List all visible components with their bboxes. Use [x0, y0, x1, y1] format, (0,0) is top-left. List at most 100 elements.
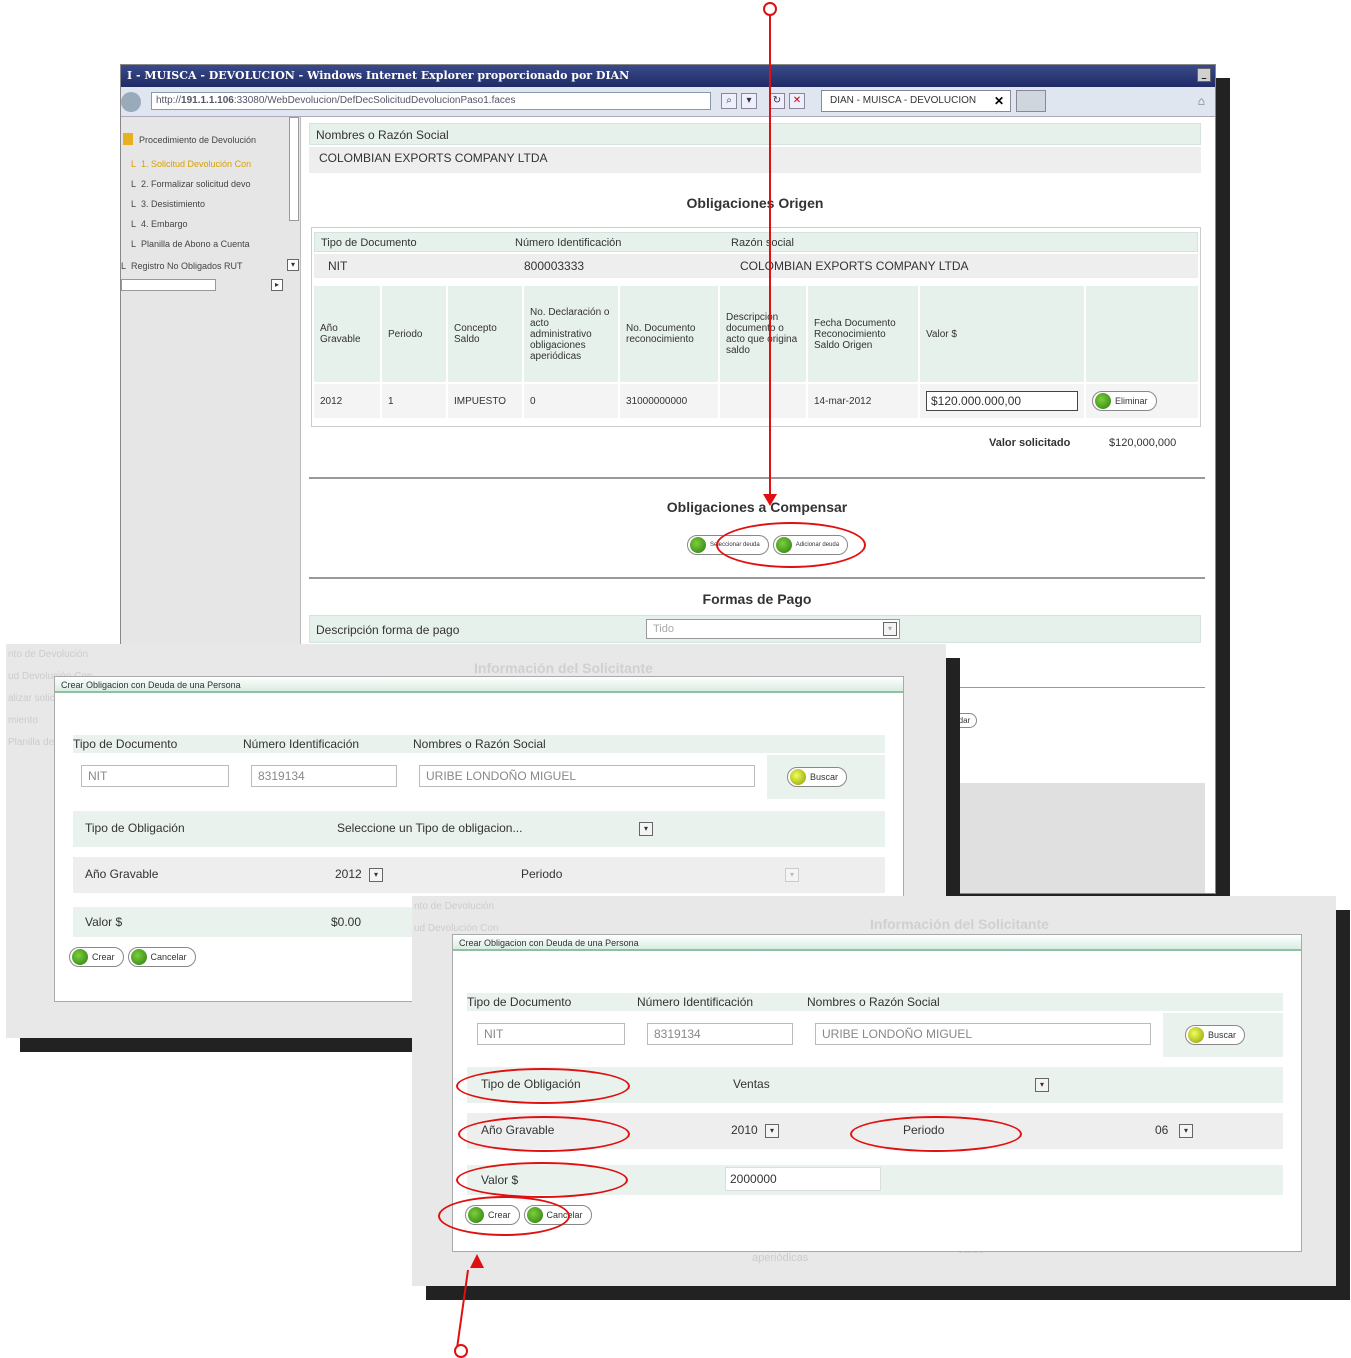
new-tab-button[interactable] [1016, 90, 1046, 112]
eliminar-icon [1095, 392, 1111, 409]
dialog1-header-row: Tipo de Documento Número Identificación … [73, 735, 885, 753]
num-id-field[interactable]: 8319134 [647, 1023, 793, 1045]
seleccionar-icon [690, 537, 706, 553]
search-icon [790, 769, 806, 785]
header-num-id: Número Identificación [515, 237, 622, 249]
h-num: Número Identificación [637, 995, 754, 1009]
buscar-label: Buscar [810, 772, 839, 782]
chevron-down-icon[interactable]: ▾ [369, 868, 383, 882]
sidebar-item-label: 2. Formalizar solicitud devo [141, 179, 251, 189]
nombres-value: COLOMBIAN EXPORTS COMPANY LTDA [309, 147, 1201, 173]
forma-label: Descripción forma de pago [316, 623, 460, 637]
refresh-icon[interactable]: ↻ [769, 93, 785, 109]
chevron-down-icon[interactable]: ▾ [765, 1124, 779, 1138]
partial-button[interactable]: rdar [949, 713, 978, 728]
bg-text: nto de Devolución [8, 649, 89, 660]
sidebar-item-planilla[interactable]: L Planilla de Abono a Cuenta [131, 239, 250, 249]
th-anio: Año Gravable [314, 286, 380, 382]
annotation-ellipse-crear [438, 1196, 570, 1236]
dialog2-header-row: Tipo de Documento Número Identificación … [467, 993, 1283, 1011]
forma-value: Tido [653, 623, 674, 635]
h-tipo: Tipo de Documento [73, 737, 178, 751]
valor-field[interactable]: 2000000 [725, 1167, 881, 1191]
buscar-button[interactable]: Buscar [787, 767, 848, 787]
chevron-down-icon[interactable]: ▾ [639, 822, 653, 836]
buscar-cell: Buscar [767, 755, 885, 799]
bg-text: nto de Devolución [414, 901, 495, 912]
search-icon[interactable]: ⌕ [721, 93, 737, 109]
cell-actions: Eliminar [1086, 384, 1198, 418]
cancelar-icon [130, 949, 147, 965]
chevron-down-icon[interactable]: ▾ [785, 868, 799, 882]
valor-field[interactable]: $0.00 [331, 915, 361, 929]
annotation-ellipse-valor [456, 1162, 628, 1198]
table-row: 2012 1 IMPUESTO 0 31000000000 14-mar-201… [314, 384, 1198, 418]
scroll-down-icon[interactable]: ▾ [287, 259, 299, 271]
origen-header-row: Tipo de Documento Número Identificación … [314, 232, 1198, 252]
dialog2-bg-info: Información del Solicitante [870, 916, 1049, 932]
home-icon[interactable]: ⌂ [1198, 94, 1205, 108]
annotation-arrowhead-up [470, 1254, 484, 1268]
sidebar-item-solicitud[interactable]: L 1. Solicitud Devolución Con [131, 159, 251, 169]
nombres-field[interactable]: URIBE LONDOÑO MIGUEL [815, 1023, 1151, 1045]
nombres-label: Nombres o Razón Social [309, 123, 1201, 145]
th-fecha: Fecha Documento Reconocimiento Saldo Ori… [808, 286, 918, 382]
origen-panel: Tipo de Documento Número Identificación … [311, 227, 1201, 427]
browser-tab[interactable]: DIAN - MUISCA - DEVOLUCION ✕ [821, 90, 1011, 112]
nombres-field[interactable]: URIBE LONDOÑO MIGUEL [419, 765, 755, 787]
tipo-obl-select[interactable]: Ventas [733, 1077, 770, 1091]
buscar-cell: Buscar [1163, 1013, 1283, 1057]
value-num-id: 800003333 [524, 259, 585, 273]
crear-button[interactable]: Crear [69, 947, 124, 967]
sidebar-item-desistimiento[interactable]: L 3. Desistimiento [131, 199, 205, 209]
anio-select[interactable]: 2012 [335, 867, 362, 881]
sidebar-root[interactable]: Procedimiento de Devolución [139, 135, 256, 145]
periodo-label: Periodo [521, 867, 563, 881]
origen-values-row: NIT 800003333 COLOMBIAN EXPORTS COMPANY … [314, 254, 1198, 278]
tab-label: DIAN - MUISCA - DEVOLUCION [830, 95, 977, 106]
cell-documento: 31000000000 [620, 384, 718, 418]
annotation-ellipse-tipo-obl [456, 1068, 630, 1104]
sidebar-item-embargo[interactable]: L 4. Embargo [131, 219, 188, 229]
periodo-select[interactable]: 06 [1155, 1123, 1168, 1137]
forma-select[interactable]: Tido ▾ [646, 619, 900, 639]
sidebar-item-formalizar[interactable]: L 2. Formalizar solicitud devo [131, 179, 251, 189]
close-icon[interactable]: ✕ [994, 94, 1004, 108]
valor-input[interactable]: $120.000.000,00 [926, 391, 1078, 411]
back-icon[interactable] [121, 92, 141, 112]
cancelar-button[interactable]: Cancelar [127, 947, 196, 967]
minimize-icon[interactable]: _ [1197, 68, 1211, 82]
cell-anio: 2012 [314, 384, 380, 418]
cell-concepto: IMPUESTO [448, 384, 522, 418]
scroll-right-icon[interactable]: ▸ [271, 279, 283, 291]
th-actions [1086, 286, 1198, 382]
cell-declaracion: 0 [524, 384, 618, 418]
tipo-doc-field[interactable]: NIT [477, 1023, 625, 1045]
tipo-obl-select[interactable]: Seleccione un Tipo de obligacion... [337, 821, 522, 835]
url-field[interactable]: http://191.1.1.106:33080/WebDevolucion/D… [151, 92, 711, 110]
num-id-field[interactable]: 8319134 [251, 765, 397, 787]
dialog2-title: Crear Obligacion con Deuda de una Person… [453, 935, 1301, 951]
header-razon: Razón social [731, 237, 794, 249]
cell-fecha: 14-mar-2012 [808, 384, 918, 418]
sidebar-item-registro[interactable]: L Registro No Obligados RUT [121, 261, 243, 271]
tipo-doc-field[interactable]: NIT [81, 765, 229, 787]
th-descripcion: Descripción documento o acto que origina… [720, 286, 806, 382]
divider [309, 577, 1205, 579]
sidebar-scrollbar[interactable] [289, 117, 299, 221]
chevron-down-icon[interactable]: ▾ [1035, 1078, 1049, 1092]
chevron-down-icon[interactable]: ▾ [1179, 1124, 1193, 1138]
stop-icon[interactable]: ✕ [789, 93, 805, 109]
cell-valor: $120.000.000,00 [920, 384, 1084, 418]
th-concepto: Concepto Saldo [448, 286, 522, 382]
table-header-row: Año Gravable Periodo Concepto Saldo No. … [314, 286, 1198, 382]
horizontal-scrollbar[interactable] [121, 279, 216, 291]
cell-periodo: 1 [382, 384, 446, 418]
buscar-button[interactable]: Buscar [1185, 1025, 1246, 1045]
anio-row: Año Gravable 2012 ▾ Periodo ▾ [73, 857, 885, 893]
eliminar-button[interactable]: Eliminar [1092, 390, 1157, 411]
valor-solicitado-value: $120,000,000 [1109, 437, 1177, 449]
cancelar-label: Cancelar [150, 952, 187, 962]
anio-select[interactable]: 2010 [731, 1123, 758, 1137]
dropdown-icon[interactable]: ▾ [741, 93, 757, 109]
